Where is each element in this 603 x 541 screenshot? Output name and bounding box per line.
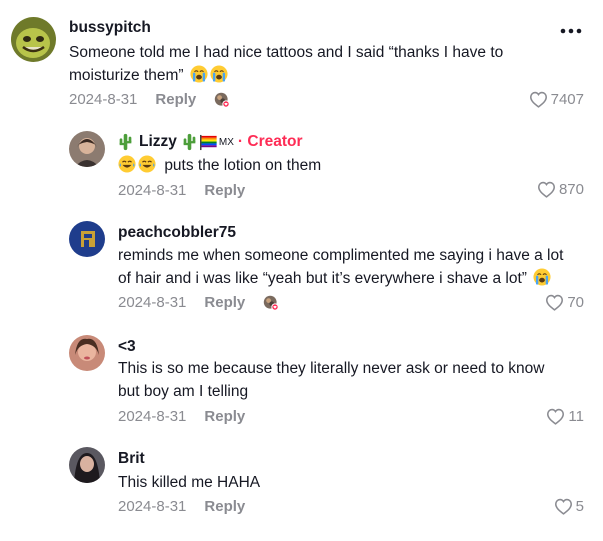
comment-item: bussypitch Someone told me I had nice ta… — [0, 0, 603, 125]
comment-username[interactable]: peachcobbler75 — [118, 224, 236, 242]
more-options-icon[interactable] — [559, 24, 583, 38]
avatar[interactable] — [69, 131, 105, 167]
comment-text: reminds me when someone complimented me … — [118, 244, 563, 290]
comment-username[interactable]: Lizzy MX · Creator — [118, 133, 303, 151]
like-count: 870 — [558, 181, 584, 198]
comment-item: <3 This is so me because they literally … — [0, 330, 603, 440]
comment-item: peachcobbler75 reminds me when someone c… — [0, 215, 603, 330]
comment-text-line: This is so me because they literally nev… — [118, 360, 545, 377]
avatar[interactable] — [69, 335, 105, 371]
like-count: 70 — [567, 294, 584, 311]
like-count: 7407 — [550, 91, 584, 108]
heart-outline-icon — [554, 498, 573, 515]
comment-username[interactable]: Brit — [118, 450, 145, 468]
comment-text: This killed me HAHA — [118, 471, 260, 494]
comment-date: 2024-8-31 — [118, 408, 187, 425]
comment-text-line: reminds me when someone complimented me … — [118, 247, 564, 264]
like-count: 11 — [568, 408, 584, 425]
comment-username[interactable]: <3 — [118, 338, 136, 356]
heart-outline-icon — [546, 408, 565, 425]
reply-button[interactable]: Reply — [155, 91, 196, 108]
comment-text-line: of hair and i was like “yeah but it’s ev… — [118, 270, 527, 287]
comment-text: Someone told me I had nice tattoos and I… — [69, 41, 503, 87]
comment-text-line: but boy am I telling — [118, 383, 249, 400]
comment-text-line: Someone told me I had nice tattoos and I… — [69, 44, 504, 61]
comment-meta: 2024-8-31 Reply — [118, 498, 245, 515]
like-button[interactable]: 870 — [537, 181, 584, 198]
comment-item: Brit This killed me HAHA 2024-8-31 Reply… — [0, 441, 603, 541]
loudly-crying-face-emoji — [190, 65, 208, 83]
comment-username[interactable]: bussypitch — [69, 19, 151, 37]
comment-text: This is so me because they literally nev… — [118, 357, 544, 403]
creator-liked-avatar-icon — [263, 295, 279, 311]
comment-date: 2024-8-31 — [118, 498, 187, 515]
comment-text-line: puts the lotion on them — [164, 157, 322, 174]
loudly-crying-face-emoji — [533, 268, 551, 286]
comment-date: 2024-8-31 — [118, 294, 187, 311]
reply-button[interactable]: Reply — [204, 182, 245, 199]
heart-outline-icon — [545, 294, 564, 311]
heart-outline-icon — [537, 181, 556, 198]
heart-outline-icon — [529, 91, 548, 108]
comment-text-line: This killed me HAHA — [118, 474, 261, 491]
comment-meta: 2024-8-31 Reply — [69, 91, 230, 108]
reply-button[interactable]: Reply — [204, 294, 245, 311]
face-with-tears-of-joy-emoji — [138, 155, 156, 173]
reply-button[interactable]: Reply — [204, 408, 245, 425]
creator-badge: · Creator — [237, 133, 303, 150]
comment-text-line: moisturize them” — [69, 67, 184, 84]
avatar[interactable] — [69, 447, 105, 483]
comment-text: puts the lotion on them — [118, 154, 321, 177]
rainbow-flag-emoji — [199, 134, 218, 151]
avatar[interactable] — [69, 221, 105, 257]
cactus-emoji — [182, 133, 197, 151]
creator-liked-avatar-icon — [214, 92, 230, 108]
like-button[interactable]: 11 — [546, 408, 584, 425]
comment-meta: 2024-8-31 Reply — [118, 408, 245, 425]
flag-code: MX — [218, 136, 234, 148]
like-button[interactable]: 5 — [554, 498, 584, 515]
username-text: Lizzy — [139, 133, 177, 150]
comment-date: 2024-8-31 — [69, 91, 138, 108]
avatar[interactable] — [11, 17, 56, 62]
like-button[interactable]: 70 — [545, 294, 584, 311]
loudly-crying-face-emoji — [210, 65, 228, 83]
comment-meta: 2024-8-31 Reply — [118, 294, 279, 311]
comment-meta: 2024-8-31 Reply — [118, 182, 245, 199]
reply-button[interactable]: Reply — [204, 498, 245, 515]
like-button[interactable]: 7407 — [529, 91, 584, 108]
comment-date: 2024-8-31 — [118, 182, 187, 199]
face-with-tears-of-joy-emoji — [118, 155, 136, 173]
comment-item: Lizzy MX · Creator puts the lotion on th… — [0, 125, 603, 210]
like-count: 5 — [575, 498, 584, 515]
cactus-emoji — [118, 133, 133, 151]
